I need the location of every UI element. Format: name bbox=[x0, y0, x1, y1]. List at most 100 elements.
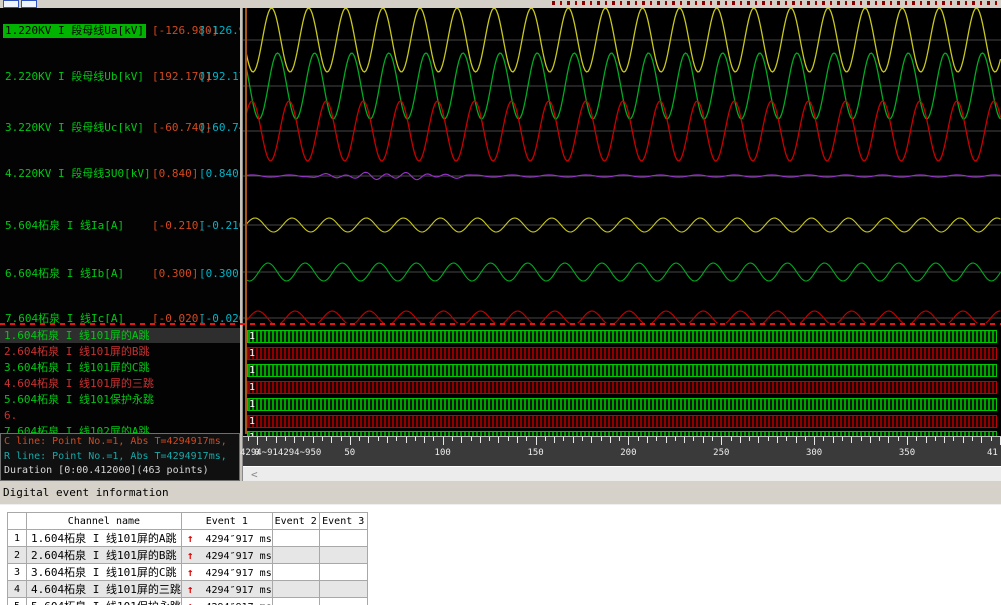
ruler-tick bbox=[991, 437, 992, 441]
channel-label: 5.604柘泉 I 线Ia[A] bbox=[3, 219, 126, 233]
event1-time: 4294″917 ms bbox=[205, 534, 271, 545]
analog-channel-row[interactable]: 7.604柘泉 I 线Ic[A][-0.020][-0.020] bbox=[0, 312, 240, 323]
event-table-row[interactable]: 55.604柘泉 I 线101保护永跳↑4294″917 ms bbox=[8, 598, 368, 605]
cursor-line[interactable] bbox=[245, 8, 247, 434]
rising-edge-arrow-icon: ↑ bbox=[187, 549, 194, 562]
ruler-tick bbox=[647, 437, 648, 443]
event-table-row[interactable]: 44.604柘泉 I 线101屏的三跳↑4294″917 ms bbox=[8, 581, 368, 598]
cursor-value-c: [-0.210] bbox=[152, 219, 205, 233]
ruler-tick bbox=[805, 437, 806, 441]
rising-edge-arrow-icon: ↑ bbox=[187, 583, 194, 596]
ruler-tick bbox=[870, 437, 871, 443]
digital-channel-row[interactable]: 2.604柘泉 I 线101屏的B跳 bbox=[0, 344, 240, 359]
toolbar-button-1[interactable] bbox=[3, 0, 19, 8]
ruler-label: 100 bbox=[435, 448, 451, 458]
digital-channel-row[interactable]: 1.604柘泉 I 线101屏的A跳 bbox=[0, 328, 240, 343]
event-table-row[interactable]: 33.604柘泉 I 线101屏的C跳↑4294″917 ms bbox=[8, 564, 368, 581]
section-title: Digital event information bbox=[3, 486, 169, 499]
analog-waveform-area[interactable] bbox=[243, 8, 1001, 323]
ruler-tick bbox=[758, 437, 759, 443]
ruler-tick bbox=[703, 437, 704, 443]
event-table-row[interactable]: 11.604柘泉 I 线101屏的A跳↑4294″917 ms bbox=[8, 530, 368, 547]
analog-channel-row[interactable]: 1.220KV I 段母线Ua[kV][-126.980][-126.980] bbox=[0, 24, 240, 38]
ruler-tick bbox=[907, 437, 908, 445]
duration-status: Duration [0:00.412000](463 points) bbox=[4, 465, 209, 476]
digital-channel-row[interactable]: 7.604柘泉 I 线102屏的A跳 bbox=[0, 424, 240, 433]
event-channel-name: 4.604柘泉 I 线101屏的三跳 bbox=[27, 581, 182, 598]
analog-channel-row[interactable]: 4.220KV I 段母线3U0[kV][0.840][0.840] bbox=[0, 167, 240, 181]
event1-cell: ↑ 4294″917 ms bbox=[181, 547, 272, 564]
scroll-left-arrow-icon[interactable]: < bbox=[251, 468, 258, 481]
event3-cell bbox=[319, 564, 367, 581]
window-top-strip bbox=[0, 0, 1001, 8]
ruler-tick bbox=[684, 437, 685, 443]
ruler-label: 50 bbox=[344, 448, 355, 458]
ruler-tick bbox=[461, 437, 462, 443]
ruler-tick bbox=[396, 437, 397, 441]
ruler-tick bbox=[350, 437, 351, 445]
event1-time: 4294″917 ms bbox=[205, 551, 271, 562]
ruler-tick bbox=[322, 437, 323, 441]
ruler-tick bbox=[387, 437, 388, 443]
event1-cell: ↑4294″917 ms bbox=[181, 598, 272, 605]
event-channel-name: 1.604柘泉 I 线101屏的A跳 bbox=[27, 530, 182, 547]
event1-cell: ↑4294″917 ms bbox=[181, 581, 272, 598]
cursor-value-r: [0.840] bbox=[199, 167, 240, 181]
event3-cell bbox=[319, 598, 367, 605]
cursor-status-panel: C line: Point No.=1, Abs T=4294917ms, Re… bbox=[0, 433, 240, 481]
waveform-plot bbox=[243, 8, 1001, 323]
ruler-tick bbox=[888, 437, 889, 443]
analog-channel-row[interactable]: 5.604柘泉 I 线Ia[A][-0.210][-0.210] bbox=[0, 219, 240, 233]
ruler-tick bbox=[666, 437, 667, 443]
cursor-value-c: [-0.020] bbox=[152, 312, 205, 323]
ruler-tick bbox=[777, 437, 778, 443]
cursor-value-r: [-0.020] bbox=[199, 312, 240, 323]
ruler-tick bbox=[294, 437, 295, 443]
ruler-tick bbox=[248, 437, 249, 441]
ruler-tick bbox=[851, 437, 852, 443]
ruler-tick bbox=[833, 437, 834, 443]
time-ruler[interactable]: 4294~914294~950 05010015020025030035041 bbox=[243, 436, 1001, 466]
event2-cell bbox=[272, 530, 319, 547]
analog-channel-row[interactable]: 6.604柘泉 I 线Ib[A][0.300][0.300] bbox=[0, 267, 240, 281]
ruler-tick bbox=[861, 437, 862, 441]
digital-trace-bar: 1 bbox=[247, 415, 997, 428]
ruler-tick bbox=[953, 437, 954, 441]
ruler-tick bbox=[378, 437, 379, 441]
event1-cell: ↑4294″917 ms bbox=[181, 564, 272, 581]
ruler-tick bbox=[935, 437, 936, 441]
ruler-tick bbox=[517, 437, 518, 443]
ruler-tick bbox=[796, 437, 797, 443]
ruler-tick bbox=[341, 437, 342, 441]
analog-channel-row[interactable]: 3.220KV I 段母线Uc[kV][-60.740][-60.740] bbox=[0, 121, 240, 135]
fault-wave-viewer-window: 1.220KV I 段母线Ua[kV][-126.980][-126.980] 2… bbox=[0, 0, 1001, 605]
digital-channel-row[interactable]: 4.604柘泉 I 线101屏的三跳 bbox=[0, 376, 240, 391]
cursor-value-c: [0.840] bbox=[152, 167, 198, 181]
digital-trace-bar: 1 bbox=[247, 330, 997, 343]
digital-channel-row[interactable]: 6. bbox=[0, 408, 240, 423]
digital-trace-area[interactable]: 1111111 bbox=[243, 325, 1001, 436]
digital-state-value: 1 bbox=[249, 347, 255, 360]
ruler-tick bbox=[480, 437, 481, 443]
event-info-section: Digital event information Channel name E… bbox=[0, 481, 1001, 605]
digital-channel-row[interactable]: 3.604柘泉 I 线101屏的C跳 bbox=[0, 360, 240, 375]
ruler-tick bbox=[443, 437, 444, 445]
event-table-row[interactable]: 22.604柘泉 I 线101屏的B跳↑4294″917 ms bbox=[8, 547, 368, 564]
horizontal-scrollbar[interactable]: < bbox=[243, 466, 1001, 481]
ruler-label: 150 bbox=[527, 448, 543, 458]
r-line-status: R line: Point No.=1, Abs T=4294917ms, Re… bbox=[4, 451, 240, 462]
ruler-tick bbox=[823, 437, 824, 441]
toolbar-button-2[interactable] bbox=[21, 0, 37, 8]
ruler-tick bbox=[303, 437, 304, 441]
ruler-tick bbox=[591, 437, 592, 443]
col-header-event2: Event 2 bbox=[272, 513, 319, 530]
ruler-tick bbox=[508, 437, 509, 441]
cursor-value-c: [0.300] bbox=[152, 267, 198, 281]
analog-channel-row[interactable]: 2.220KV I 段母线Ub[kV][192.170][192.170] bbox=[0, 70, 240, 84]
event2-cell bbox=[272, 564, 319, 581]
ruler-tick bbox=[573, 437, 574, 443]
ruler-tick bbox=[619, 437, 620, 441]
digital-channel-row[interactable]: 5.604柘泉 I 线101保护永跳 bbox=[0, 392, 240, 407]
event-row-index: 4 bbox=[8, 581, 27, 598]
digital-state-value: 1 bbox=[249, 398, 255, 411]
